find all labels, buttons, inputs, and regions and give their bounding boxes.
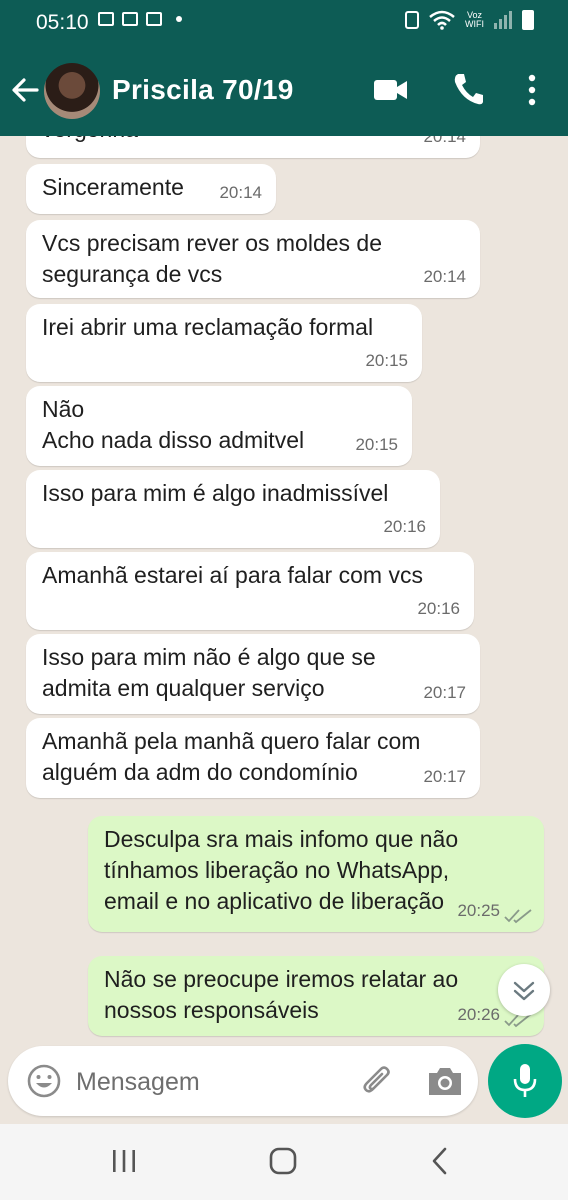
message-bubble-incoming[interactable]: Isso para mim é algo inadmissível 20:16 <box>26 470 440 548</box>
message-time: 20:26 <box>457 1005 500 1024</box>
message-time: 20:25 <box>457 901 500 920</box>
gallery-notification-icon <box>98 12 114 26</box>
home-icon[interactable] <box>268 1146 298 1176</box>
message-text: Isso para mim é algo inadmissível <box>42 480 389 506</box>
message-bubble-incoming[interactable]: Não Acho nada disso admitvel 20:15 <box>26 386 412 466</box>
message-bubble-incoming[interactable]: Amanhã estarei aí para falar com vcs 20:… <box>26 552 474 630</box>
voicemail-notification-icon <box>122 12 138 26</box>
message-text: Amanhã estarei aí para falar com vcs <box>42 562 423 588</box>
notification-icons <box>98 12 182 26</box>
message-time: 20:14 <box>423 267 466 286</box>
signal-icon <box>494 11 512 29</box>
back-arrow-icon[interactable] <box>10 72 40 108</box>
message-bubble-incoming[interactable]: Irei abrir uma reclamação formal 20:15 <box>26 304 422 382</box>
avatar[interactable] <box>44 63 100 119</box>
voice-message-button[interactable] <box>488 1044 562 1118</box>
message-time: 20:16 <box>383 517 426 536</box>
wifi-icon <box>429 10 455 30</box>
emoji-icon[interactable] <box>26 1063 62 1099</box>
message-bubble-outgoing[interactable]: Não se preocupe iremos relatar ao nossos… <box>88 956 544 1036</box>
message-time: 20:15 <box>365 351 408 370</box>
message-bubble-incoming[interactable]: Sinceramente 20:14 <box>26 164 276 214</box>
camera-icon[interactable] <box>426 1064 464 1098</box>
recent-apps-icon[interactable] <box>110 1148 138 1174</box>
mic-icon <box>513 1064 537 1097</box>
status-time: 05:10 <box>36 11 89 34</box>
system-icons: Voz WIFI <box>405 10 534 30</box>
status-bar: 05:10 Voz WIFI <box>0 0 568 44</box>
message-text: Amanhã pela manhã quero falar com alguém… <box>42 728 421 785</box>
system-navigation-bar <box>0 1124 568 1200</box>
message-text: Isso para mim não é algo que se admita e… <box>42 644 376 701</box>
scroll-down-button[interactable] <box>498 964 550 1016</box>
message-bubble-incoming[interactable]: vergonha 20:14 <box>26 136 480 158</box>
message-bubble-incoming[interactable]: Vcs precisam rever os moldes de seguranç… <box>26 220 480 298</box>
message-time: 20:14 <box>423 136 466 146</box>
contact-name[interactable]: Priscila 70/19 <box>112 74 294 106</box>
message-time: 20:14 <box>219 183 262 202</box>
voz-wifi-indicator: Voz WIFI <box>465 11 484 29</box>
message-text: Não Acho nada disso admitvel <box>42 396 305 453</box>
back-icon[interactable] <box>430 1146 450 1176</box>
message-text: vergonha <box>42 136 464 145</box>
more-notifications-icon <box>176 16 182 22</box>
chat-header: Priscila 70/19 <box>0 44 568 136</box>
message-text: Vcs precisam rever os moldes de seguranç… <box>42 230 383 287</box>
wifi-label: WIFI <box>465 19 484 29</box>
lock-icon <box>405 11 419 29</box>
message-bubble-incoming[interactable]: Isso para mim não é algo que se admita e… <box>26 634 480 714</box>
video-call-icon[interactable] <box>372 76 410 104</box>
screen-notification-icon <box>146 12 162 26</box>
phone-icon[interactable] <box>452 72 484 106</box>
message-bubble-outgoing[interactable]: Desculpa sra mais infomo que não tínhamo… <box>88 816 544 932</box>
message-bubble-incoming[interactable]: Amanhã pela manhã quero falar com alguém… <box>26 718 480 798</box>
message-text: Irei abrir uma reclamação formal <box>42 314 374 340</box>
message-time: 20:16 <box>417 599 460 618</box>
message-input[interactable] <box>74 1064 348 1100</box>
message-time: 20:15 <box>355 435 398 454</box>
message-time: 20:17 <box>423 683 466 702</box>
scroll-down-icon <box>513 981 535 1001</box>
read-receipt-icon <box>504 909 532 924</box>
message-time: 20:17 <box>423 767 466 786</box>
chat-area[interactable]: vergonha 20:14 Sinceramente 20:14 Vcs pr… <box>0 136 568 1048</box>
message-composer <box>8 1046 478 1116</box>
battery-icon <box>522 10 534 30</box>
more-options-icon[interactable] <box>520 70 544 110</box>
attach-icon[interactable] <box>358 1062 396 1100</box>
